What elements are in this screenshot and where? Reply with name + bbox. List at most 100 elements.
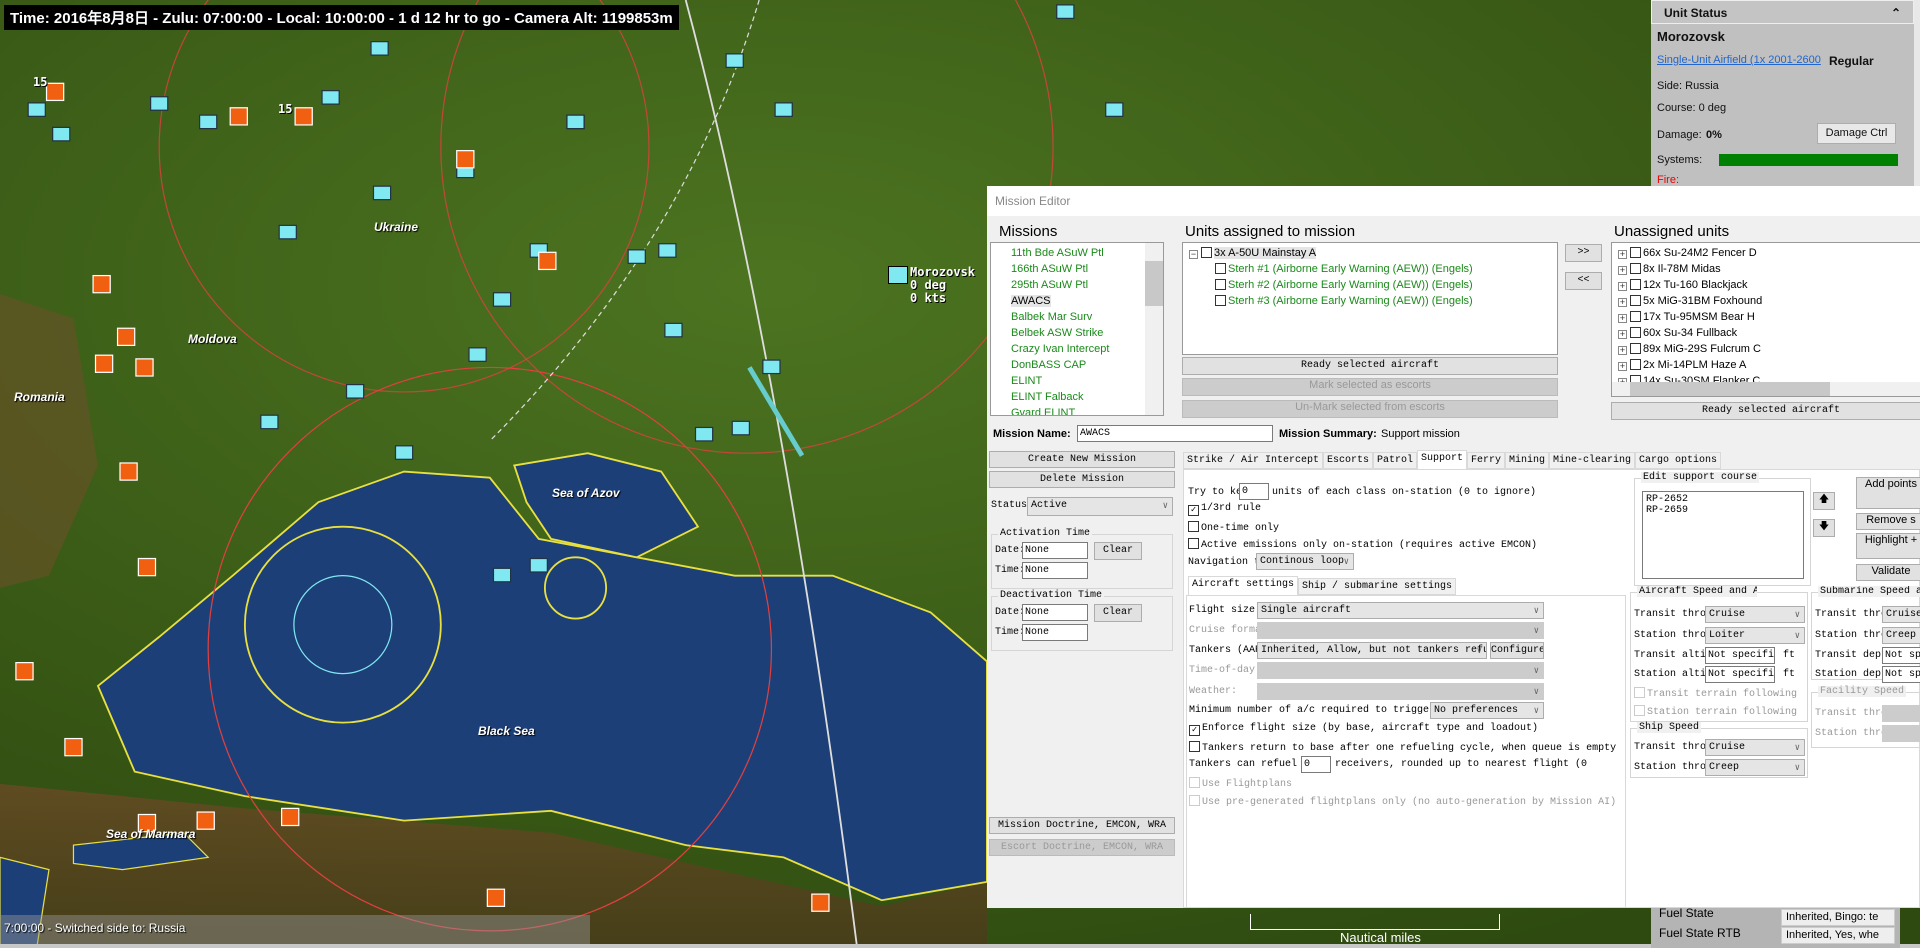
hostile-unit-icon[interactable] (92, 274, 111, 294)
friendly-unit-icon[interactable] (492, 567, 512, 583)
add-points-button[interactable]: Add points (1856, 477, 1920, 509)
min-aircraft-select[interactable]: No preferences (1430, 702, 1544, 719)
sub-transit-throttle-select[interactable]: Cruise (1882, 606, 1920, 623)
friendly-unit-icon[interactable] (774, 102, 793, 117)
mission-list-item[interactable]: AWACS (1011, 293, 1163, 309)
expand-icon[interactable]: + (1618, 298, 1627, 307)
time-of-day-select[interactable] (1257, 662, 1544, 679)
friendly-unit-icon[interactable] (731, 420, 750, 436)
use-flightplans-checkbox[interactable]: Use Flightplans (1189, 777, 1292, 790)
escort-doctrine-button[interactable]: Escort Doctrine, EMCON, WRA (989, 839, 1175, 856)
mission-list-item[interactable]: Gvard ELINT (1011, 405, 1163, 415)
cruise-formation-select[interactable] (1257, 622, 1544, 639)
course-point-item[interactable]: RP-2652 (1646, 494, 1800, 505)
expand-icon[interactable]: + (1618, 314, 1627, 323)
friendly-unit-icon[interactable] (1056, 4, 1075, 19)
assigned-units-tree[interactable]: − 3x A-50U Mainstay A Sterh #1 (Airborne E… (1182, 242, 1558, 355)
friendly-unit-icon[interactable] (345, 383, 365, 399)
mission-list-item[interactable]: ELINT (1011, 373, 1163, 389)
friendly-unit-icon[interactable] (370, 41, 389, 56)
friendly-unit-icon[interactable] (492, 292, 512, 307)
friendly-unit-icon[interactable] (27, 102, 46, 117)
friendly-unit-icon[interactable] (664, 322, 683, 338)
active-emissions-checkbox[interactable]: Active emissions only on-station (requir… (1188, 538, 1537, 551)
configure-button[interactable]: Configure (1490, 642, 1544, 659)
mission-name-input[interactable]: AWACS (1077, 425, 1273, 442)
move-down-button[interactable]: 🡇 (1813, 519, 1835, 537)
hostile-unit-icon[interactable] (196, 811, 215, 830)
collapse-icon[interactable]: − (1189, 250, 1198, 259)
status-select[interactable]: Active (1027, 497, 1173, 516)
mission-list-item[interactable]: 295th ASuW Ptl (1011, 277, 1163, 293)
remove-button[interactable]: Remove s (1856, 513, 1920, 530)
checkbox-icon[interactable] (1630, 359, 1641, 370)
friendly-unit-icon[interactable] (566, 114, 585, 130)
tankers-return-checkbox[interactable]: Tankers return to base after one refueli… (1189, 741, 1616, 754)
ready-selected-button[interactable]: Ready selected aircraft (1182, 357, 1558, 375)
deactivation-time-input[interactable]: None (1022, 624, 1088, 641)
tab-escorts[interactable]: Escorts (1323, 452, 1374, 469)
facility-station-select[interactable] (1882, 725, 1920, 742)
hostile-unit-icon[interactable] (116, 327, 136, 347)
station-altitude-input[interactable]: Not specifi (1705, 666, 1775, 683)
hostile-unit-icon[interactable] (294, 107, 313, 126)
missions-scrollbar[interactable] (1145, 243, 1163, 415)
hostile-unit-icon[interactable] (281, 807, 300, 827)
friendly-unit-icon[interactable] (762, 359, 781, 375)
ship-transit-throttle-select[interactable]: Cruise (1705, 739, 1805, 756)
create-mission-button[interactable]: Create New Mission (989, 451, 1175, 468)
move-up-button[interactable]: 🡅 (1813, 492, 1835, 510)
hostile-unit-icon[interactable] (94, 354, 114, 373)
hostile-unit-icon[interactable] (137, 557, 157, 577)
scroll-thumb[interactable] (1630, 382, 1830, 396)
checkbox-icon[interactable] (1630, 327, 1641, 338)
hostile-unit-icon[interactable] (486, 888, 506, 907)
flight-size-select[interactable]: Single aircraft (1257, 602, 1544, 619)
hostile-unit-icon[interactable] (135, 358, 154, 377)
friendly-unit-icon[interactable] (372, 185, 392, 201)
checkbox-icon[interactable] (1201, 247, 1212, 258)
unassigned-unit-item[interactable]: +66x Su-24M2 Fencer D (1618, 245, 1920, 261)
deactivation-clear-button[interactable]: Clear (1094, 604, 1142, 622)
unassigned-unit-item[interactable]: +89x MiG-29S Fulcrum C (1618, 341, 1920, 357)
friendly-unit-icon[interactable] (394, 445, 414, 460)
window-title[interactable]: Mission Editor (987, 186, 1920, 216)
assign-button[interactable]: >> (1565, 244, 1602, 262)
checkbox-icon[interactable] (1630, 343, 1641, 354)
mission-list-item[interactable]: ELINT Falback (1011, 389, 1163, 405)
tab-ferry[interactable]: Ferry (1467, 452, 1506, 469)
friendly-unit-icon[interactable] (150, 96, 169, 111)
checkbox-icon[interactable] (1630, 263, 1641, 274)
facility-transit-select[interactable] (1882, 705, 1920, 722)
unassigned-unit-item[interactable]: +12x Tu-160 Blackjack (1618, 277, 1920, 293)
mission-list-item[interactable]: Belbek ASW Strike (1011, 325, 1163, 341)
one-time-checkbox[interactable]: One-time only (1188, 521, 1279, 534)
hostile-unit-icon[interactable] (45, 82, 65, 102)
friendly-unit-icon[interactable] (627, 249, 646, 264)
checkbox-icon[interactable] (1215, 279, 1226, 290)
hostile-unit-icon[interactable] (456, 150, 475, 169)
one-third-checkbox[interactable]: ✓ 1/3rd rule (1188, 503, 1261, 516)
refuel-max-input[interactable]: 0 (1301, 756, 1331, 773)
transit-terrain-checkbox[interactable]: Transit terrain following (1634, 687, 1797, 700)
unit-status-header[interactable]: Unit Status ⌃ (1651, 0, 1914, 24)
mark-escorts-button[interactable]: Mark selected as escorts (1182, 378, 1558, 396)
unit-status-scrollbar[interactable] (1914, 0, 1920, 186)
hostile-unit-icon[interactable] (15, 662, 34, 681)
activation-clear-button[interactable]: Clear (1094, 542, 1142, 560)
mission-list-item[interactable]: Balbek Mar Surv (1011, 309, 1163, 325)
transit-altitude-input[interactable]: Not specifi (1705, 647, 1775, 664)
hostile-unit-icon[interactable] (64, 737, 83, 757)
validate-button[interactable]: Validate (1856, 564, 1920, 581)
checkbox-icon[interactable] (1630, 247, 1641, 258)
unassigned-unit-item[interactable]: +2x Mi-14PLM Haze A (1618, 357, 1920, 373)
expand-icon[interactable]: + (1618, 346, 1627, 355)
transit-depth-input[interactable]: Not sp (1882, 647, 1920, 664)
course-point-item[interactable]: RP-2659 (1646, 505, 1800, 516)
checkbox-icon[interactable] (1215, 263, 1226, 274)
tab-support[interactable]: Support (1417, 450, 1468, 469)
checkbox-icon[interactable] (1630, 279, 1641, 290)
collapse-icon[interactable]: ⌃ (1891, 6, 1901, 20)
hostile-unit-icon[interactable] (119, 462, 138, 481)
subtab-ship-submarine[interactable]: Ship / submarine settings (1298, 578, 1457, 595)
